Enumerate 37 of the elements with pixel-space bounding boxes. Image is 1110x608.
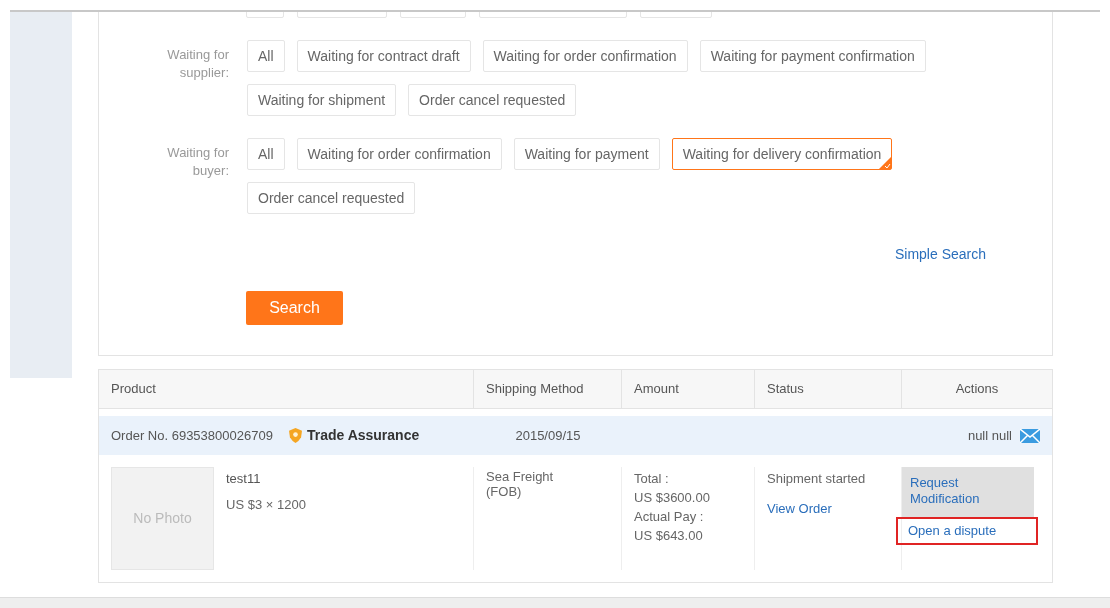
filter-chip[interactable]: Waiting for shipment [247,84,397,116]
filter-chip[interactable]: Waiting for contract draft [296,40,471,72]
order-date: 2015/09/15 [515,427,581,443]
amount-line: Actual Pay : [634,508,705,526]
filter-chip[interactable]: All [247,40,285,72]
filter-chip[interactable]: Waiting for delivery confirmation [671,138,893,170]
order-number: Order No. 69353800026709 [111,426,273,445]
filter-group-label: Waiting for buyer: [166,144,229,180]
order-status: Shipment started [767,470,866,488]
mail-icon[interactable] [1020,428,1040,443]
shield-icon [288,428,302,443]
contact-name: null null [967,426,1012,445]
simple-search-link[interactable]: Simple Search [894,244,986,265]
check-corner-icon [879,157,892,169]
trade-assurance-label: Trade Assurance [306,426,420,445]
column-header: Product [111,380,156,399]
filter-chip[interactable]: Waiting for payment confirmation [699,40,926,72]
amount-line: US $643.00 [634,527,704,545]
column-header: Shipping Method [486,380,584,399]
column-header: Amount [634,380,679,399]
amount-line: US $3600.00 [634,489,711,507]
product-price: US $3 × 1200 [226,495,306,514]
amount-line: Total : [634,470,670,488]
action-link[interactable]: Open a dispute [896,517,1038,545]
filter-chip[interactable]: Order cancel requested [247,182,416,214]
view-order-link[interactable]: View Order [767,498,832,518]
shipping-method: Sea Freight (FOB) [486,469,555,499]
filter-chip[interactable]: Waiting for payment [513,138,660,170]
column-header: Actions [955,380,999,399]
filter-chip[interactable]: Order cancel requested [408,84,577,116]
filter-chip[interactable]: Waiting for order confirmation [482,40,688,72]
product-name: test11 [226,470,262,488]
column-header: Status [767,380,804,399]
filter-chip[interactable]: All [247,138,285,170]
filter-group-label: Waiting for supplier: [166,46,229,82]
action-link[interactable]: Request Modification [902,467,1034,517]
filter-chip[interactable]: Waiting for order confirmation [296,138,502,170]
